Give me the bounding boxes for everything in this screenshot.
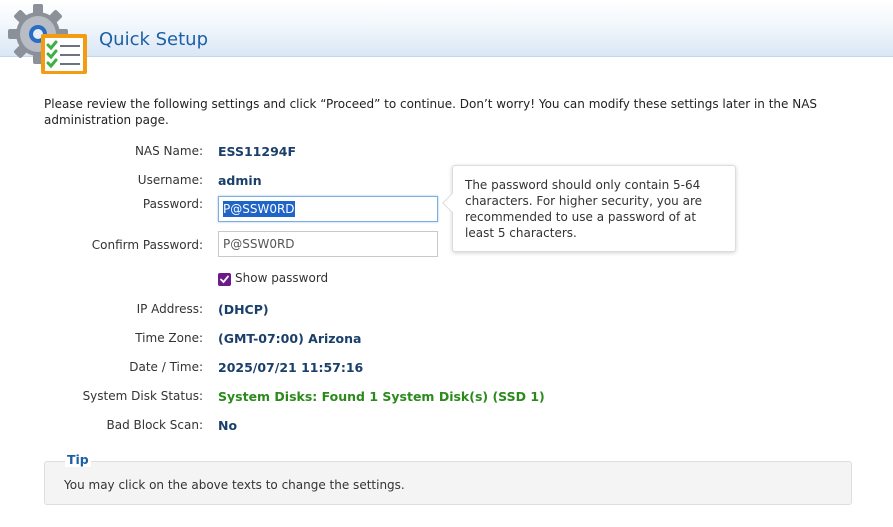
page-title: Quick Setup bbox=[99, 29, 209, 50]
password-hint-tooltip: The password should only contain 5-64 ch… bbox=[442, 165, 736, 252]
checkmark-icon bbox=[220, 275, 229, 284]
bad-block-scan-label: Bad Block Scan: bbox=[106, 418, 203, 432]
ip-address-value[interactable]: (DHCP) bbox=[218, 302, 269, 317]
header-bar: Quick Setup bbox=[0, 0, 893, 74]
password-label: Password: bbox=[142, 197, 203, 211]
nas-name-value[interactable]: ESS11294F bbox=[218, 144, 296, 159]
password-input-value: P@SSW0RD bbox=[223, 201, 295, 217]
system-disk-status-label: System Disk Status: bbox=[82, 389, 203, 403]
password-input[interactable]: P@SSW0RD bbox=[218, 196, 438, 222]
username-value[interactable]: admin bbox=[218, 173, 262, 188]
show-password-label[interactable]: Show password bbox=[235, 271, 328, 285]
show-password-checkbox[interactable] bbox=[218, 273, 231, 286]
bad-block-scan-value[interactable]: No bbox=[218, 418, 237, 433]
date-time-value[interactable]: 2025/07/21 11:57:16 bbox=[218, 360, 363, 375]
password-hint-text: The password should only contain 5-64 ch… bbox=[465, 178, 703, 240]
ip-address-label: IP Address: bbox=[136, 302, 203, 316]
nas-name-label: NAS Name: bbox=[134, 144, 203, 158]
confirm-password-input-value: P@SSW0RD bbox=[223, 237, 295, 251]
tooltip-arrow bbox=[442, 193, 462, 213]
system-disk-status-value[interactable]: System Disks: Found 1 System Disk(s) (SS… bbox=[218, 389, 545, 404]
tip-text: You may click on the above texts to chan… bbox=[64, 478, 405, 492]
intro-text: Please review the following settings and… bbox=[44, 97, 818, 127]
confirm-password-label: Confirm Password: bbox=[91, 238, 203, 252]
date-time-label: Date / Time: bbox=[129, 360, 203, 374]
username-label: Username: bbox=[137, 173, 203, 187]
tip-title: Tip bbox=[65, 452, 91, 467]
settings-checklist-icon bbox=[8, 4, 87, 74]
confirm-password-input[interactable]: P@SSW0RD bbox=[218, 231, 438, 257]
time-zone-value[interactable]: (GMT-07:00) Arizona bbox=[218, 331, 361, 346]
time-zone-label: Time Zone: bbox=[135, 331, 203, 345]
